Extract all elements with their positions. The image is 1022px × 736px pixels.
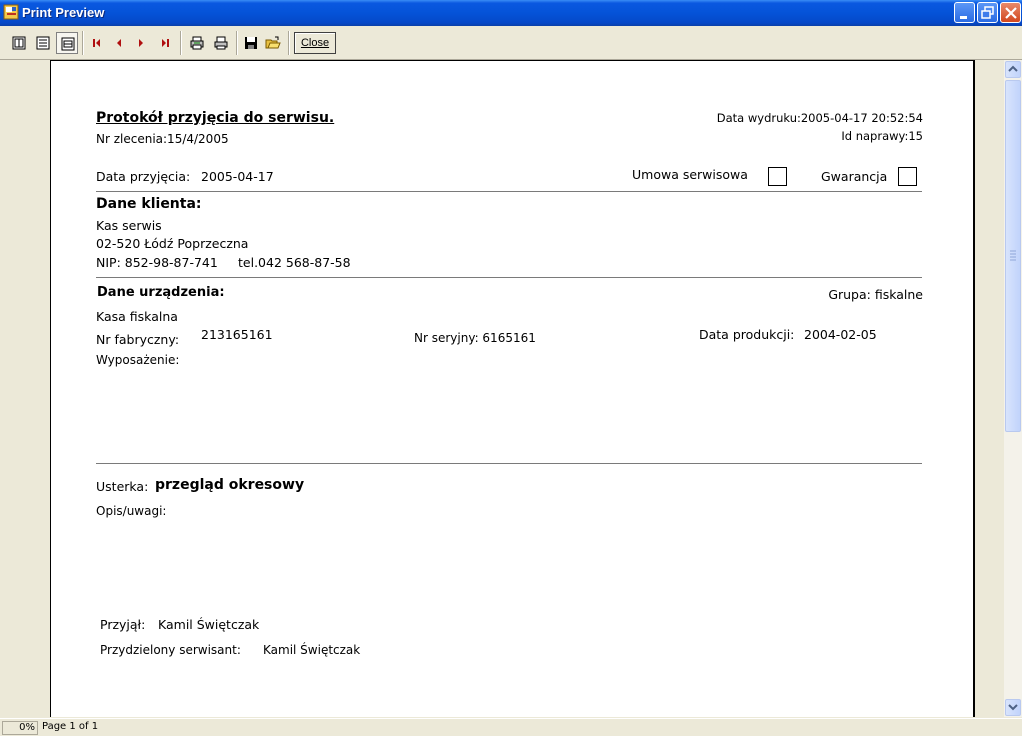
client-nip: NIP: 852-98-87-741 [96, 255, 218, 270]
scroll-up-button[interactable] [1005, 61, 1021, 78]
client-phone: tel.042 568-87-58 [238, 255, 351, 270]
full-page-button[interactable] [56, 32, 78, 54]
window-title: Print Preview [22, 5, 105, 20]
close-window-button[interactable] [1000, 2, 1021, 23]
minimize-button[interactable] [954, 2, 975, 23]
previous-page-icon [117, 39, 121, 47]
repair-id: Id naprawy:15 [841, 129, 923, 143]
vertical-scrollbar[interactable] [1004, 60, 1022, 717]
floppy-disk-icon [245, 37, 257, 49]
device-header: Dane urządzenia: [97, 285, 225, 300]
app-icon [3, 4, 19, 20]
print-setup-button[interactable] [186, 32, 208, 54]
print-button[interactable] [210, 32, 232, 54]
title-bar: Print Preview [0, 0, 1022, 26]
minimize-icon [960, 16, 967, 19]
save-button[interactable] [240, 32, 262, 54]
divider [96, 191, 922, 192]
close-button[interactable]: Close [294, 32, 336, 54]
notes-label: Opis/uwagi: [96, 504, 167, 518]
page-status: Page 1 of 1 [42, 721, 99, 732]
page-width-button[interactable] [32, 32, 54, 54]
next-page-icon [139, 39, 143, 47]
factory-number-label: Nr fabryczny: [96, 332, 180, 347]
report-title: Protokół przyjęcia do serwisu. [96, 110, 335, 126]
receipt-date-label: Data przyjęcia: [96, 169, 191, 184]
printer-icon [214, 36, 228, 50]
production-date-label: Data produkcji: [699, 327, 795, 342]
equipment-label: Wyposażenie: [96, 353, 180, 367]
status-bar: 0% Page 1 of 1 [0, 718, 1022, 736]
service-contract-label: Umowa serwisowa [632, 167, 748, 182]
received-by-label: Przyjął: [100, 617, 146, 632]
toolbar-separator [82, 31, 84, 55]
fault-label: Usterka: [96, 479, 149, 494]
assigned-tech: Kamil Świętczak [263, 643, 361, 657]
first-page-icon [93, 39, 100, 47]
scroll-down-button[interactable] [1005, 699, 1021, 716]
chevron-up-icon [1008, 65, 1018, 72]
warranty-label: Gwarancja [821, 169, 888, 184]
factory-number: 213165161 [201, 327, 273, 342]
one-page-icon [12, 36, 26, 50]
fault-value: przegląd okresowy [155, 477, 305, 493]
zoom-status: 0% [2, 721, 38, 735]
page-width-icon [36, 36, 50, 50]
one-page-button[interactable] [8, 32, 30, 54]
last-page-icon [162, 39, 169, 47]
service-contract-checkbox [768, 167, 787, 186]
toolbar-separator [288, 31, 290, 55]
client-name: Kas serwis [96, 218, 162, 233]
last-page-button[interactable] [154, 32, 176, 54]
production-date: 2004-02-05 [804, 327, 877, 342]
divider [96, 277, 922, 278]
order-number: Nr zlecenia:15/4/2005 [96, 132, 229, 146]
toolbar-separator [180, 31, 182, 55]
next-page-button[interactable] [130, 32, 152, 54]
full-page-icon [61, 37, 75, 51]
grip-icon [1010, 250, 1016, 261]
close-icon [1005, 7, 1017, 19]
close-button-label: Close [300, 37, 330, 49]
client-header: Dane klienta: [96, 196, 202, 212]
divider [96, 463, 922, 464]
report-page: Protokół przyjęcia do serwisu. Nr zlecen… [50, 60, 975, 717]
client-address: 02-520 Łódź Poprzeczna [96, 236, 249, 251]
warranty-checkbox [898, 167, 917, 186]
assigned-tech-label: Przydzielony serwisant: [100, 643, 241, 657]
first-page-button[interactable] [86, 32, 108, 54]
printer-setup-icon [190, 36, 204, 50]
device-name: Kasa fiskalna [96, 309, 178, 324]
received-by: Kamil Świętczak [158, 617, 260, 632]
preview-area[interactable]: Protokół przyjęcia do serwisu. Nr zlecen… [0, 60, 1004, 717]
scroll-thumb[interactable] [1005, 80, 1021, 432]
serial-number: Nr seryjny: 6165161 [414, 331, 536, 345]
receipt-date: 2005-04-17 [201, 169, 274, 184]
device-group: Grupa: fiskalne [828, 287, 923, 302]
chevron-down-icon [1008, 704, 1018, 711]
open-folder-icon [265, 36, 281, 49]
toolbar-separator [236, 31, 238, 55]
previous-page-button[interactable] [108, 32, 130, 54]
toolbar: Close [0, 26, 1022, 60]
restore-icon [981, 6, 994, 19]
restore-button[interactable] [977, 2, 998, 23]
open-button[interactable] [262, 32, 284, 54]
print-date: Data wydruku:2005-04-17 20:52:54 [716, 111, 923, 125]
